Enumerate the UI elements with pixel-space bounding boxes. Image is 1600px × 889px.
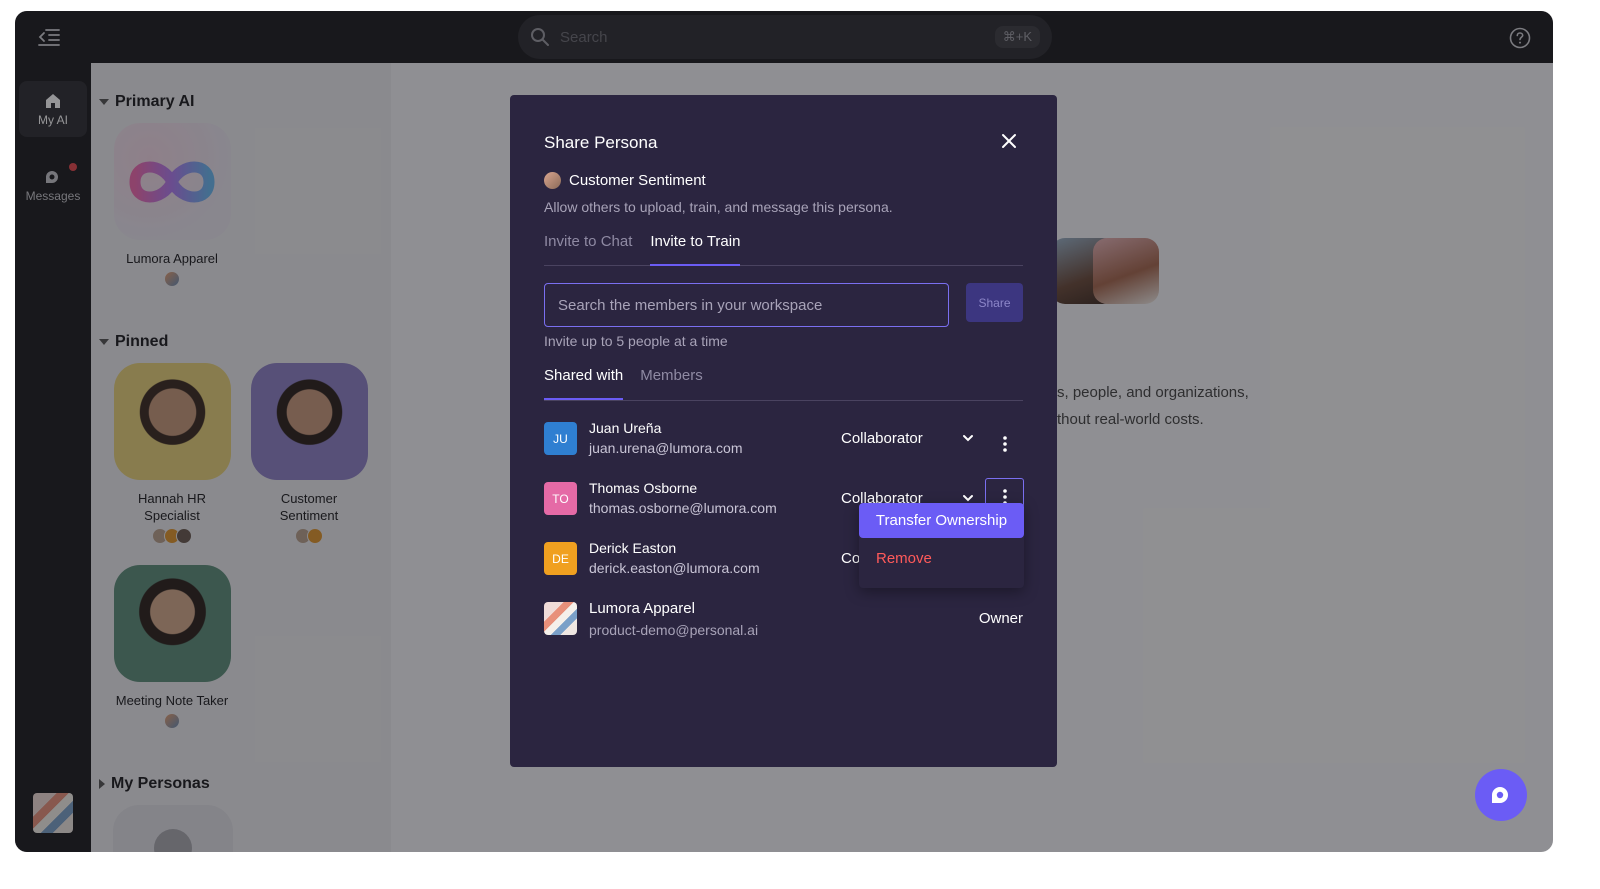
role-select[interactable]: Collaborator bbox=[841, 430, 923, 447]
chevron-down-icon[interactable] bbox=[962, 493, 974, 503]
kebab-icon bbox=[1002, 436, 1007, 452]
tab-members[interactable]: Members bbox=[640, 367, 703, 400]
member-name: Juan Ureña bbox=[589, 420, 662, 436]
member-email: derick.easton@lumora.com bbox=[589, 560, 760, 576]
member-search-input[interactable] bbox=[544, 283, 949, 327]
invite-tabs: Invite to Chat Invite to Train bbox=[544, 233, 1023, 266]
member-row: JU Juan Ureña juan.urena@lumora.com Coll… bbox=[544, 416, 1023, 460]
owner-label: Owner bbox=[978, 610, 1023, 627]
member-avatar: JU bbox=[544, 422, 577, 455]
role-select[interactable]: Co bbox=[841, 550, 860, 567]
persona-name: Customer Sentiment bbox=[569, 172, 706, 189]
share-button[interactable]: Share bbox=[966, 283, 1023, 322]
shared-tabs: Shared with Members bbox=[544, 367, 1023, 401]
member-email: product-demo@personal.ai bbox=[589, 622, 759, 638]
member-avatar: DE bbox=[544, 542, 577, 575]
member-row: Lumora Apparel product-demo@personal.ai … bbox=[544, 596, 1023, 640]
persona-mini-avatar bbox=[544, 172, 561, 189]
chat-bubble-icon bbox=[1492, 787, 1508, 804]
remove-item[interactable]: Remove bbox=[876, 550, 932, 567]
more-options-button[interactable] bbox=[985, 425, 1024, 463]
member-avatar bbox=[544, 602, 577, 635]
transfer-ownership-item[interactable]: Transfer Ownership bbox=[859, 503, 1024, 538]
tab-shared-with[interactable]: Shared with bbox=[544, 367, 624, 400]
member-email: juan.urena@lumora.com bbox=[589, 440, 743, 456]
modal-description: Allow others to upload, train, and messa… bbox=[544, 199, 893, 215]
share-persona-modal: Share Persona Customer Sentiment Allow o… bbox=[510, 95, 1057, 767]
modal-title: Share Persona bbox=[544, 133, 658, 152]
member-avatar: TO bbox=[544, 482, 577, 515]
app-window: s, people, and organizations, thout real… bbox=[15, 11, 1553, 852]
persona-header: Customer Sentiment bbox=[544, 172, 706, 189]
member-options-menu: Transfer Ownership Remove bbox=[859, 503, 1024, 588]
member-name: Thomas Osborne bbox=[589, 480, 698, 496]
invite-hint: Invite up to 5 people at a time bbox=[544, 333, 728, 349]
member-name: Derick Easton bbox=[589, 540, 677, 556]
member-name: Lumora Apparel bbox=[589, 600, 695, 617]
tab-invite-to-chat[interactable]: Invite to Chat bbox=[544, 233, 632, 266]
chat-fab-button[interactable] bbox=[1475, 769, 1527, 821]
chevron-down-icon[interactable] bbox=[962, 433, 974, 443]
member-email: thomas.osborne@lumora.com bbox=[589, 500, 777, 516]
close-icon[interactable] bbox=[1000, 132, 1018, 150]
tab-invite-to-train[interactable]: Invite to Train bbox=[650, 233, 741, 266]
